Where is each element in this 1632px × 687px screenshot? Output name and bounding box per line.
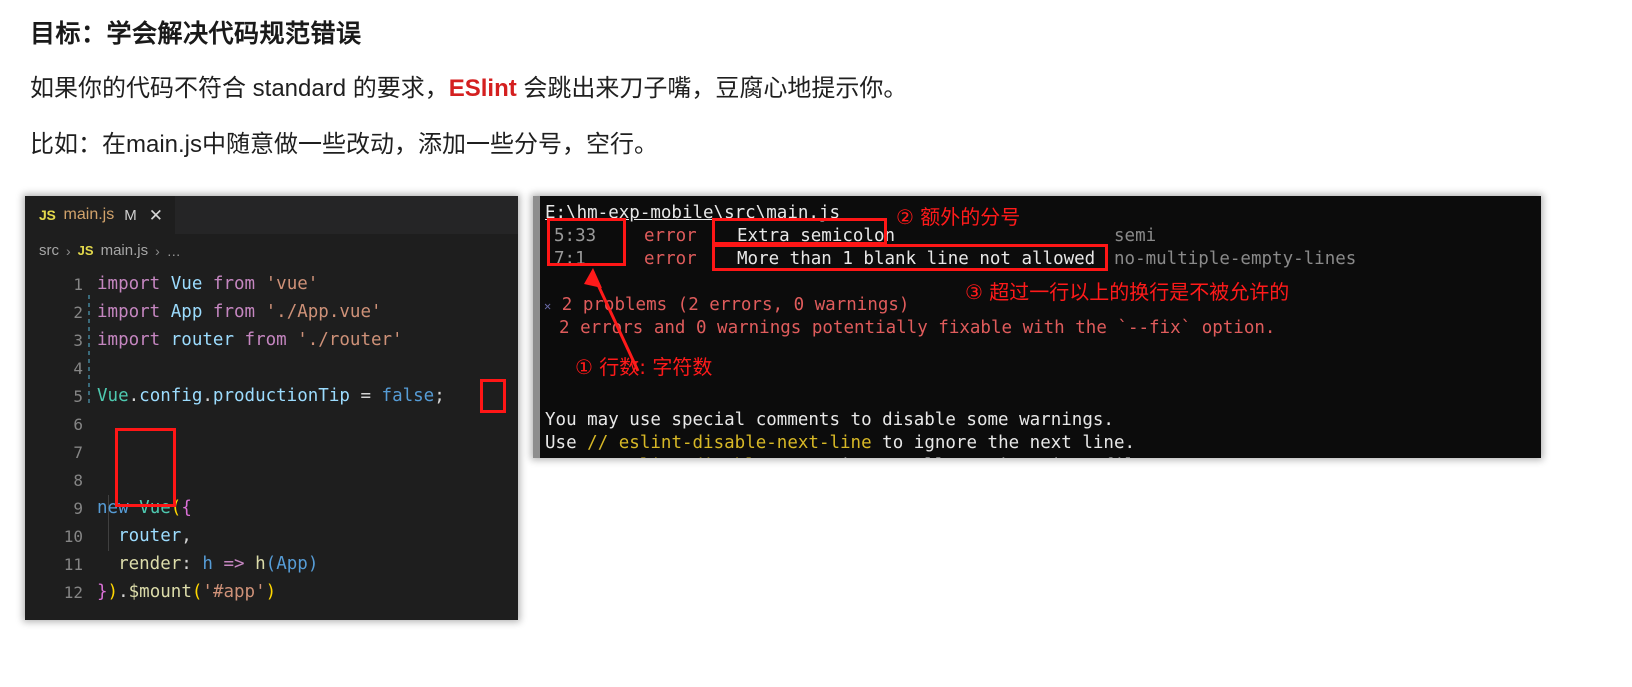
js-file-icon: JS [77, 243, 94, 258]
js-file-icon: JS [39, 207, 56, 223]
code-line: 8 [25, 466, 518, 494]
prose-line-example: 比如：在main.js中随意做一些改动，添加一些分号，空行。 [30, 130, 659, 158]
tab-modified-indicator: M [124, 206, 137, 224]
terminal-panel: E:\hm-exp-mobile\src\main.js 5:33 error Ex… [533, 196, 1541, 458]
summary-text: 2 problems (2 errors, 0 warnings) [561, 295, 910, 315]
breadcrumb-overflow[interactable]: … [167, 243, 182, 259]
highlight-box-blank-line-msg [712, 244, 1108, 271]
fixable-text: 2 errors and 0 warnings potentially fixa… [559, 318, 1276, 338]
line-number: 8 [73, 470, 83, 490]
tab-bar-empty-area [174, 196, 518, 234]
line-content: import Vue from 'vue' [97, 274, 319, 294]
code-line: 4 [25, 354, 518, 382]
line-number: 9 [73, 498, 83, 518]
eslint-keyword: ESlint [448, 74, 517, 102]
highlight-box-semicolon [480, 379, 506, 413]
editor-tab-bar: JS main.js M ✕ [25, 196, 518, 234]
prose-line-eslint: 如果你的代码不符合 standard 的要求，ESlint 会跳出来刀子嘴，豆腐… [30, 73, 1590, 105]
line-number: 5 [73, 386, 83, 406]
highlight-box-extra-semicolon [712, 218, 887, 245]
annotation-label-one: ① 行数: 字符数 [575, 355, 713, 379]
chevron-right-icon: › [66, 242, 71, 259]
close-icon[interactable]: ✕ [149, 207, 163, 224]
editor-tab-mainjs[interactable]: JS main.js M ✕ [25, 196, 175, 234]
breadcrumb: src › JS main.js › … [25, 234, 518, 267]
prose-line2-before: 如果你的代码不符合 standard 的要求， [30, 74, 449, 102]
terminal-fixable-line: 2 errors and 0 warnings potentially fixa… [540, 317, 1541, 340]
hint-code: // eslint-disable-next-line [587, 433, 872, 453]
terminal-left-strip [533, 196, 540, 458]
line-content: router, [118, 526, 192, 546]
code-line: 11 render: h => h(App) [25, 550, 518, 578]
code-line: 6 [25, 410, 518, 438]
hint-prefix: Use [540, 456, 587, 458]
highlight-box-position [547, 218, 626, 266]
page-title: 目标：学会解决代码规范错误 [30, 20, 362, 48]
line-content: import router from './router' [97, 330, 403, 350]
hint-code: /* eslint-disable */ [587, 456, 798, 458]
terminal-filepath-line: E:\hm-exp-mobile\src\main.js [540, 202, 1541, 225]
prose-block: 目标：学会解决代码规范错误 如果你的代码不符合 standard 的要求，ESl… [30, 18, 1590, 185]
problem-rule: no-multiple-empty-lines [1114, 249, 1357, 269]
code-line: 5 Vue.config.productionTip = false; [25, 382, 518, 410]
line-number: 6 [73, 414, 83, 434]
hint-prefix: Use [545, 433, 588, 453]
line-number: 7 [73, 442, 83, 462]
line-number: 10 [63, 526, 83, 546]
indent-guide [88, 295, 90, 405]
line-content: render: h => h(App) [118, 554, 319, 574]
line-number: 2 [73, 302, 83, 322]
breadcrumb-root[interactable]: src [39, 242, 59, 259]
breadcrumb-file[interactable]: main.js [101, 242, 149, 259]
annotation-label-three: ③ 超过一行以上的换行是不被允许的 [965, 280, 1290, 304]
line-number: 3 [73, 330, 83, 350]
code-line: 12 }).$mount('#app') [25, 578, 518, 606]
code-editor-panel: JS main.js M ✕ src › JS main.js › … 1 im… [25, 196, 518, 620]
code-line: 2 import App from './App.vue' [25, 298, 518, 326]
tab-filename: main.js [63, 206, 115, 223]
hint-suffix: to ignore the next line. [871, 433, 1136, 453]
code-area[interactable]: 1 import Vue from 'vue' 2 import App fro… [25, 267, 518, 606]
terminal-hint-line: Use /* eslint-disable */ to ignore all w… [540, 455, 1541, 458]
line-content: }).$mount('#app') [97, 582, 277, 602]
hint-text: You may use special comments to disable … [545, 410, 1114, 430]
code-line: 3 import router from './router' [25, 326, 518, 354]
prose-line2-after: 会跳出来刀子嘴，豆腐心地提示你。 [516, 74, 908, 102]
line-number: 1 [73, 274, 83, 294]
terminal-hint-line: You may use special comments to disable … [540, 409, 1541, 432]
highlight-box-blank-lines [115, 428, 176, 507]
code-line: 7 [25, 438, 518, 466]
line-number: 12 [63, 582, 83, 602]
code-line: 10 router, [25, 522, 518, 550]
line-number: 4 [73, 358, 83, 378]
line-content: import App from './App.vue' [97, 302, 382, 322]
annotation-label-two: ② 额外的分号 [896, 205, 1021, 229]
code-line: 9 new Vue({ [25, 494, 518, 522]
error-mark-icon: ✕ [544, 299, 552, 313]
line-content: Vue.config.productionTip = false; [97, 386, 445, 406]
terminal-hint-line: Use // eslint-disable-next-line to ignor… [540, 432, 1541, 455]
terminal-output[interactable]: E:\hm-exp-mobile\src\main.js 5:33 error Ex… [540, 196, 1541, 458]
line-number: 11 [63, 554, 83, 574]
chevron-right-icon: › [155, 242, 160, 259]
code-line: 1 import Vue from 'vue' [25, 270, 518, 298]
hint-suffix: to ignore all warnings in a file. [798, 456, 1156, 458]
problem-rule: semi [1114, 226, 1157, 246]
